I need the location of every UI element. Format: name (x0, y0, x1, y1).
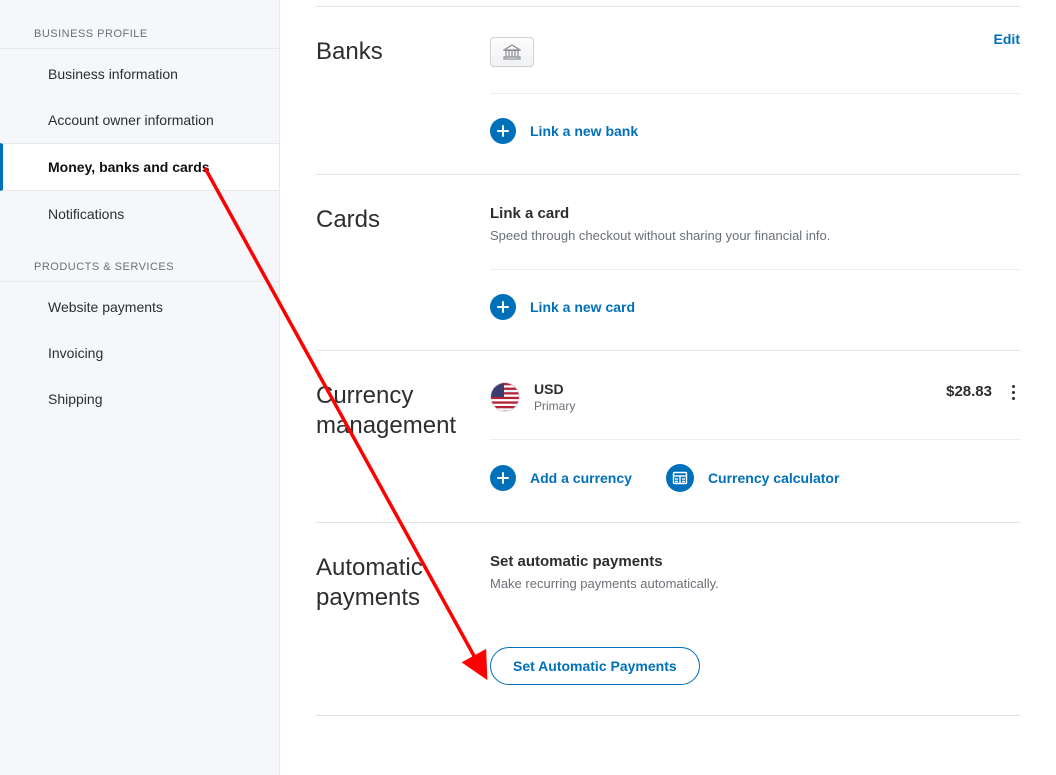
currency-balance: $28.83 (946, 383, 992, 400)
sidebar-section-products-services: PRODUCTS & SERVICES (0, 251, 279, 282)
automatic-heading: Set automatic payments (490, 553, 1020, 570)
section-title-automatic: Automatic payments (316, 553, 474, 613)
sidebar-item-notifications[interactable]: Notifications (0, 191, 279, 237)
section-title-currency: Currency management (316, 381, 474, 441)
currency-row-usd[interactable]: USD Primary $28.83 (490, 381, 1020, 413)
section-banks: Banks Edit (316, 6, 1020, 174)
plus-icon (490, 465, 516, 491)
add-currency-label: Add a currency (530, 470, 632, 486)
sidebar-item-label: Shipping (48, 391, 103, 407)
plus-icon (490, 294, 516, 320)
currency-code: USD (534, 381, 575, 397)
currency-status: Primary (534, 399, 575, 413)
link-new-card-button[interactable]: Link a new card (490, 294, 635, 320)
section-cards: Cards Link a card Speed through checkout… (316, 174, 1020, 350)
sidebar-item-label: Notifications (48, 206, 124, 222)
sidebar-item-account-owner-information[interactable]: Account owner information (0, 97, 279, 143)
calculator-icon (666, 464, 694, 492)
automatic-description: Make recurring payments automatically. (490, 576, 1020, 591)
section-automatic-payments: Automatic payments Set automatic payment… (316, 522, 1020, 716)
link-new-bank-button[interactable]: Link a new bank (490, 118, 638, 144)
link-new-card-label: Link a new card (530, 299, 635, 315)
section-currency: Currency management USD Primary (316, 350, 1020, 522)
currency-menu-button[interactable] (1006, 385, 1020, 400)
set-automatic-payments-button[interactable]: Set Automatic Payments (490, 647, 700, 685)
sidebar-item-website-payments[interactable]: Website payments (0, 284, 279, 330)
main-content: Banks Edit (280, 0, 1056, 775)
sidebar-item-invoicing[interactable]: Invoicing (0, 330, 279, 376)
cards-description: Speed through checkout without sharing y… (490, 228, 1020, 243)
bank-icon (490, 37, 534, 67)
sidebar-item-business-information[interactable]: Business information (0, 51, 279, 97)
edit-banks-link[interactable]: Edit (994, 31, 1020, 47)
sidebar-item-label: Website payments (48, 299, 163, 315)
sidebar-item-money-banks-cards[interactable]: Money, banks and cards (0, 143, 280, 191)
currency-calculator-button[interactable]: Currency calculator (666, 464, 840, 492)
link-new-bank-label: Link a new bank (530, 123, 638, 139)
plus-icon (490, 118, 516, 144)
sidebar-section-business-profile: BUSINESS PROFILE (0, 18, 279, 49)
usa-flag-icon (490, 382, 520, 412)
currency-calculator-label: Currency calculator (708, 470, 840, 486)
cards-heading: Link a card (490, 205, 1020, 222)
sidebar-item-label: Invoicing (48, 345, 103, 361)
sidebar: BUSINESS PROFILE Business information Ac… (0, 0, 280, 775)
add-currency-button[interactable]: Add a currency (490, 465, 632, 491)
section-title-cards: Cards (316, 205, 474, 235)
sidebar-item-shipping[interactable]: Shipping (0, 376, 279, 422)
sidebar-item-label: Money, banks and cards (48, 159, 210, 175)
sidebar-item-label: Business information (48, 66, 178, 82)
sidebar-item-label: Account owner information (48, 112, 214, 128)
section-title-banks: Banks (316, 37, 474, 67)
